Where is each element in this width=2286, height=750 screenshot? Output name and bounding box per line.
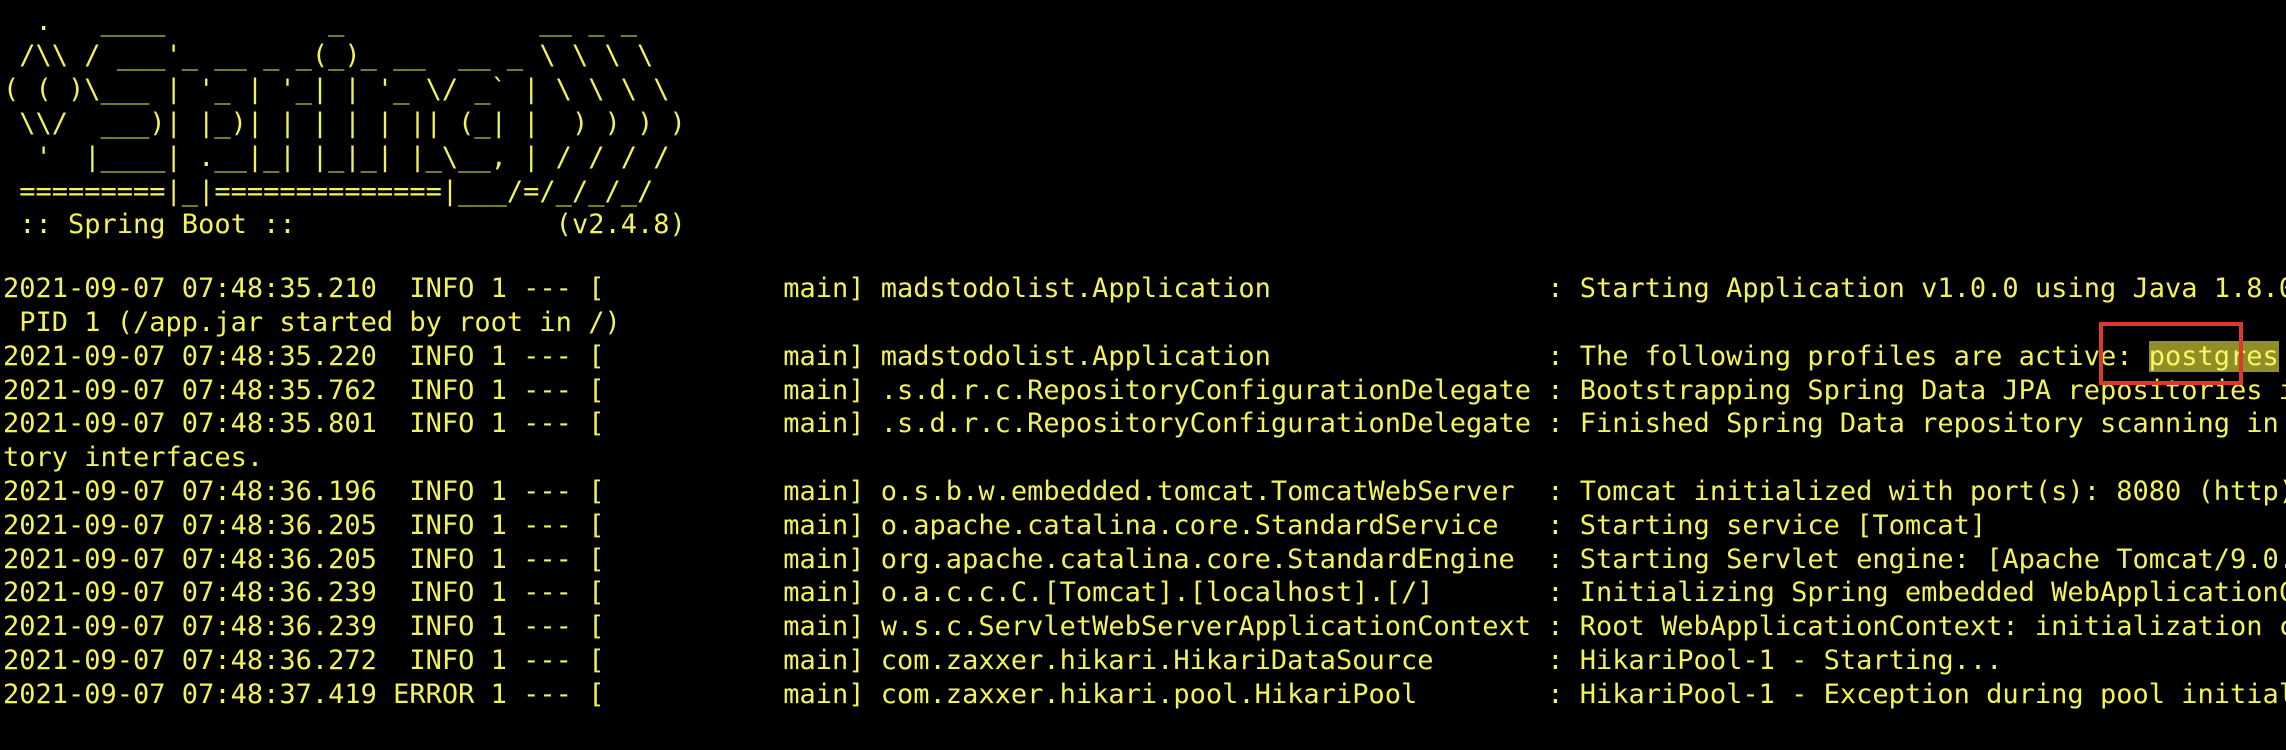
log-line-continuation: PID 1 (/app.jar started by root in /) <box>3 307 621 338</box>
log-line-active-profiles: 2021-09-07 07:48:35.220 INFO 1 --- [ mai… <box>3 340 2279 374</box>
banner-line: ' |____| .__|_| |_|_| |_\__, | / / / / <box>3 142 670 173</box>
log-line-error: 2021-09-07 07:48:37.419 ERROR 1 --- [ ma… <box>3 679 2286 710</box>
log-line-text: 2021-09-07 07:48:35.220 INFO 1 --- [ mai… <box>3 341 2149 372</box>
banner-line: =========|_|==============|___/=/_/_/_/ <box>3 176 654 207</box>
banner-line: ( ( )\___ | '_ | '_| | '_ \/ _` | \ \ \ … <box>3 74 670 105</box>
log-line: 2021-09-07 07:48:35.762 INFO 1 --- [ mai… <box>3 375 2286 406</box>
banner-line: \\/ ___)| |_)| | | | | || (_| | ) ) ) ) <box>3 108 686 139</box>
spring-boot-version-line: :: Spring Boot :: (v2.4.8) <box>3 209 686 240</box>
log-line: 2021-09-07 07:48:35.210 INFO 1 --- [ mai… <box>3 273 2286 304</box>
banner-line: . ____ _ __ _ _ <box>3 6 637 37</box>
banner-line: /\\ / ___'_ __ _ _(_)_ __ __ _ \ \ \ \ <box>3 40 654 71</box>
log-line: 2021-09-07 07:48:36.205 INFO 1 --- [ mai… <box>3 544 2286 575</box>
log-line: 2021-09-07 07:48:36.205 INFO 1 --- [ mai… <box>3 510 1987 541</box>
log-line: 2021-09-07 07:48:36.272 INFO 1 --- [ mai… <box>3 645 2003 676</box>
log-line: 2021-09-07 07:48:36.239 INFO 1 --- [ mai… <box>3 611 2286 642</box>
log-line: 2021-09-07 07:48:36.196 INFO 1 --- [ mai… <box>3 476 2286 507</box>
highlight-annotation-box <box>2099 322 2243 385</box>
terminal-window[interactable]: . ____ _ __ _ _ /\\ / ___'_ __ _ _(_)_ _… <box>0 0 2286 750</box>
log-line: 2021-09-07 07:48:35.801 INFO 1 --- [ mai… <box>3 408 2286 439</box>
log-line-continuation: tory interfaces. <box>3 442 264 473</box>
log-line: 2021-09-07 07:48:36.239 INFO 1 --- [ mai… <box>3 577 2286 608</box>
